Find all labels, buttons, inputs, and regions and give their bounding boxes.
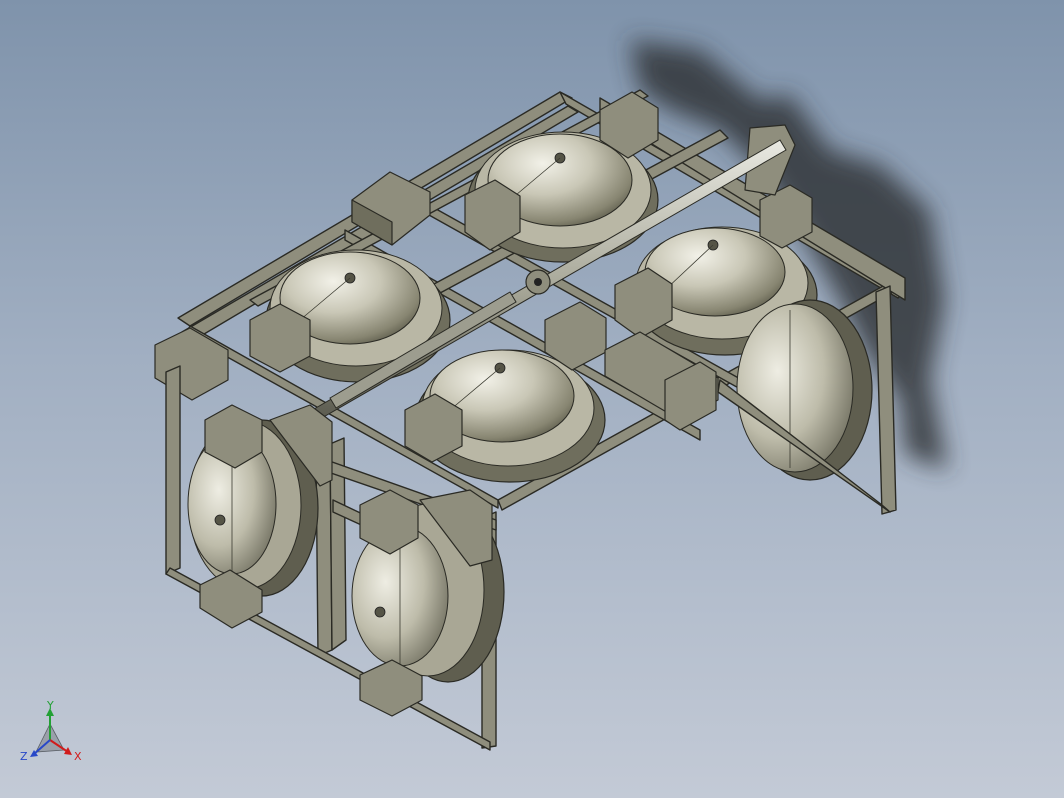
orientation-triad: Y X Z	[20, 700, 82, 763]
graphics-viewport[interactable]: Y X Z	[0, 0, 1064, 798]
triad-x-label: X	[74, 750, 82, 763]
triad-z-label: Z	[20, 750, 28, 763]
triad-y-label: Y	[46, 700, 54, 712]
model-view[interactable]	[0, 0, 1064, 798]
